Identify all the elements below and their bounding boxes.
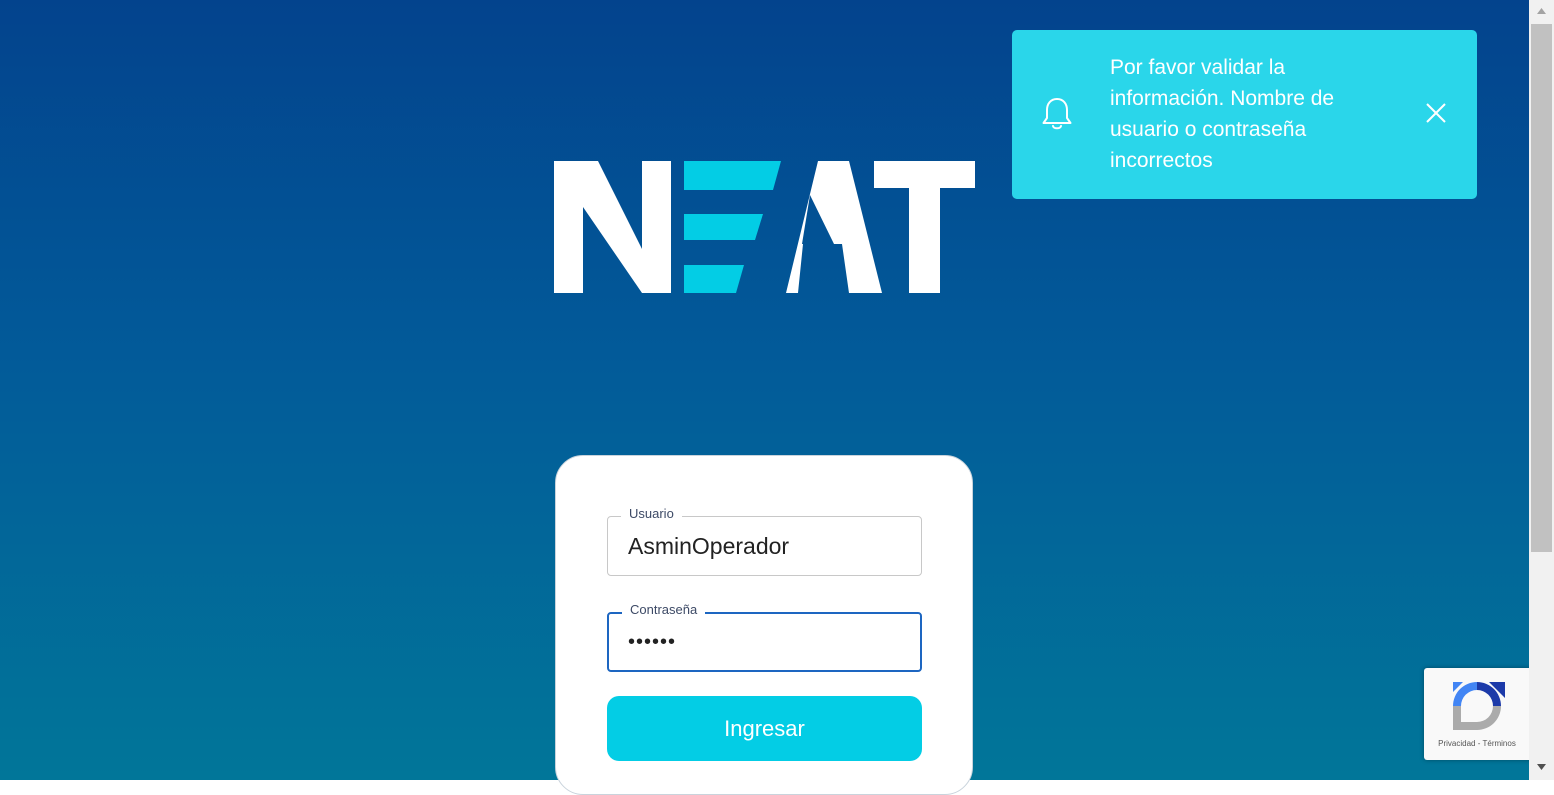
recaptcha-icon xyxy=(1453,682,1505,730)
password-input[interactable]: •••••• xyxy=(628,614,908,670)
scroll-up-arrow-icon[interactable] xyxy=(1529,2,1554,20)
login-button[interactable]: Ingresar xyxy=(607,696,922,761)
logo-e-stripe-top xyxy=(684,161,781,190)
password-field: Contraseña •••••• xyxy=(607,602,922,672)
neat-logo xyxy=(554,161,975,293)
terms-link[interactable]: Términos xyxy=(1482,739,1515,748)
recaptcha-badge[interactable]: Privacidad - Términos xyxy=(1424,668,1534,760)
error-toast: Por favor validar la información. Nombre… xyxy=(1012,30,1477,199)
close-icon[interactable] xyxy=(1422,99,1450,127)
toast-message: Por favor validar la información. Nombre… xyxy=(1110,56,1335,172)
logo-e-stripe-middle xyxy=(684,214,763,240)
logo-letter-a xyxy=(786,161,882,293)
username-input[interactable] xyxy=(628,517,908,575)
vertical-scrollbar[interactable] xyxy=(1529,0,1554,780)
login-card: Usuario Contraseña •••••• Ingresar xyxy=(555,455,973,795)
username-field: Usuario xyxy=(607,506,922,576)
scrollbar-thumb[interactable] xyxy=(1531,24,1552,552)
logo-letter-t xyxy=(874,161,975,293)
logo-letter-n xyxy=(554,161,671,293)
scroll-down-arrow-icon[interactable] xyxy=(1529,758,1554,776)
recaptcha-links: Privacidad - Términos xyxy=(1424,739,1530,748)
privacy-link[interactable]: Privacidad xyxy=(1438,739,1475,748)
bell-icon xyxy=(1042,98,1072,130)
logo-e-stripe-bottom xyxy=(684,265,744,293)
